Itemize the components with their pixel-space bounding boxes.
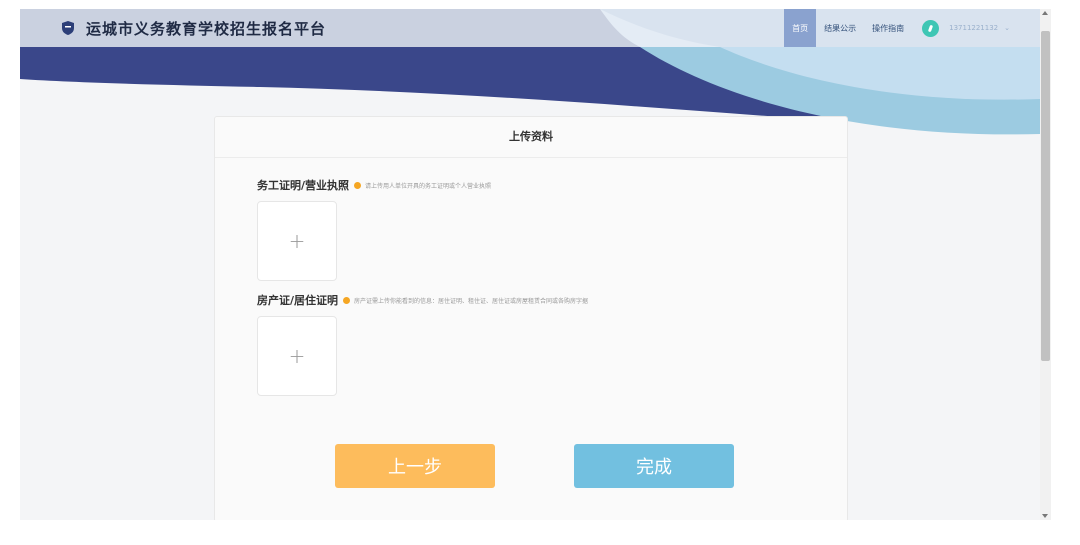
nav-results[interactable]: 结果公示	[816, 9, 864, 47]
scroll-up-icon[interactable]	[1042, 11, 1048, 15]
upload-card: 上传资料 务工证明/营业执照 请上传用人单位开具的务工证明或个人营业执照 + 房…	[214, 116, 848, 520]
scrollbar-thumb[interactable]	[1041, 31, 1050, 361]
card-title: 上传资料	[215, 117, 847, 158]
info-icon	[343, 296, 351, 304]
avatar-icon[interactable]	[922, 19, 940, 37]
section-hint: 请上传用人单位开具的务工证明或个人营业执照	[365, 182, 492, 190]
scroll-down-icon[interactable]	[1042, 514, 1048, 518]
plus-icon: +	[288, 344, 306, 368]
nav-home[interactable]: 首页	[784, 9, 817, 47]
main-nav: 首页 结果公示 操作指南 13711221132 ⌄	[784, 9, 1010, 47]
top-navigation-bar: 运城市义务教育学校招生报名平台 首页 结果公示 操作指南 13711221132…	[20, 9, 1040, 47]
plus-icon: +	[288, 229, 306, 253]
info-icon	[354, 181, 362, 189]
finish-button[interactable]: 完成	[574, 444, 734, 488]
vertical-scrollbar[interactable]	[1040, 9, 1051, 520]
nav-guide[interactable]: 操作指南	[864, 9, 912, 47]
section-housing-proof: 房产证/居住证明 房产证需上传你能看到的信息：居住证明、租住证、居住证或房屋租赁…	[257, 292, 588, 308]
upload-housing-proof-button[interactable]: +	[257, 316, 337, 396]
chevron-down-icon[interactable]: ⌄	[1004, 24, 1010, 32]
section-label: 务工证明/营业执照	[257, 179, 350, 192]
section-work-proof: 务工证明/营业执照 请上传用人单位开具的务工证明或个人营业执照	[257, 177, 491, 193]
shield-logo-icon	[62, 21, 74, 35]
user-phone: 13711221132	[949, 24, 999, 32]
section-hint: 房产证需上传你能看到的信息：居住证明、租住证、居住证或房屋租赁合同或各购房字据	[354, 297, 589, 305]
section-label: 房产证/居住证明	[257, 294, 339, 307]
prev-step-button[interactable]: 上一步	[335, 444, 495, 488]
user-menu[interactable]: 13711221132 ⌄	[922, 19, 1010, 37]
upload-work-proof-button[interactable]: +	[257, 201, 337, 281]
app-window: 运城市义务教育学校招生报名平台 首页 结果公示 操作指南 13711221132…	[20, 9, 1040, 520]
site-title: 运城市义务教育学校招生报名平台	[86, 20, 327, 38]
